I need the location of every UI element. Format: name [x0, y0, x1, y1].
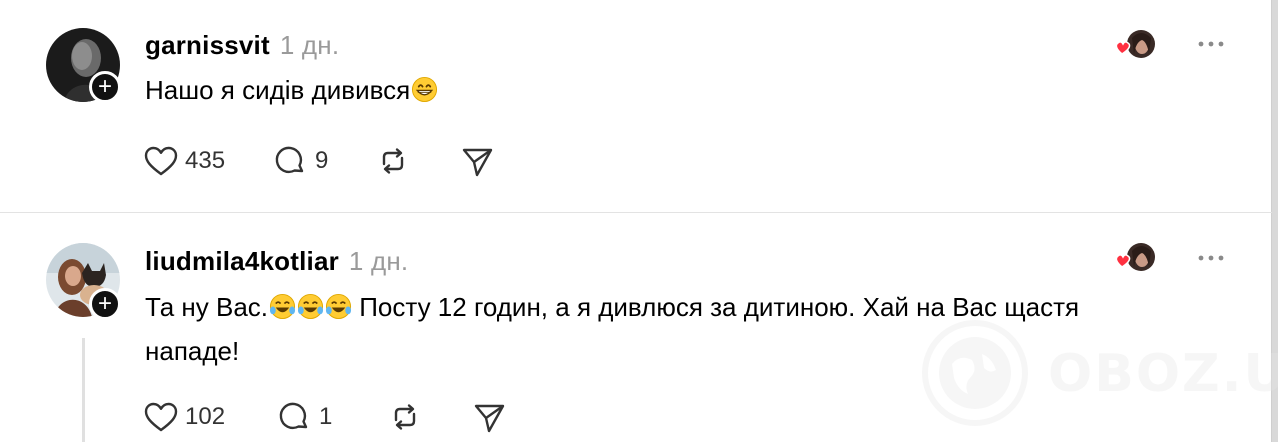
- watermark: OBOZ.UA: [920, 318, 1278, 428]
- reply-icon: [279, 402, 308, 430]
- username[interactable]: liudmila4kotliar 1 дн.: [145, 246, 408, 277]
- post-text-body: Нашо я сидів дивився: [145, 75, 411, 105]
- post-text-prefix: Та ну Вас.: [145, 292, 269, 322]
- globe-logo-icon: [922, 320, 1028, 426]
- reactions-avatars[interactable]: [1113, 28, 1157, 62]
- post-actions: 435 9: [143, 143, 494, 179]
- repost-button[interactable]: [388, 399, 422, 435]
- tears-of-joy-emoji-icon: [297, 293, 324, 320]
- reply-icon: [275, 146, 304, 174]
- watermark-text: OBOZ.UA: [1048, 344, 1278, 404]
- follow-plus-icon[interactable]: +: [89, 71, 121, 103]
- repost-icon: [383, 148, 404, 174]
- share-button[interactable]: [460, 143, 494, 179]
- like-count: 435: [185, 147, 226, 174]
- share-icon: [475, 404, 505, 433]
- tears-of-joy-emoji-icon: [325, 293, 352, 320]
- share-icon: [463, 148, 493, 177]
- reactions-avatars[interactable]: [1113, 241, 1157, 275]
- repost-button[interactable]: [376, 143, 410, 179]
- repost-icon: [395, 404, 416, 430]
- reply-button[interactable]: 1: [277, 399, 332, 435]
- tears-of-joy-emoji-icon: [269, 293, 296, 320]
- like-icon: [144, 402, 178, 432]
- like-button[interactable]: 102: [143, 399, 225, 435]
- username-text[interactable]: liudmila4kotliar: [145, 246, 339, 276]
- post-time[interactable]: 1 дн.: [349, 246, 408, 276]
- reply-count: 1: [319, 403, 333, 430]
- like-button[interactable]: 435: [143, 143, 225, 179]
- more-icon[interactable]: [1197, 254, 1225, 262]
- post-text: Нашо я сидів дивився: [145, 68, 1165, 112]
- like-count: 102: [185, 403, 226, 430]
- post: + garnissvit 1 дн. Нашо я сидів дивився 4…: [0, 0, 1272, 212]
- more-icon[interactable]: [1197, 40, 1225, 48]
- grinning-face-emoji-icon: [412, 76, 438, 103]
- share-button[interactable]: [472, 399, 506, 435]
- post-actions: 102 1: [143, 399, 506, 435]
- like-icon: [144, 146, 178, 176]
- username[interactable]: garnissvit 1 дн.: [145, 30, 339, 61]
- reply-count: 9: [315, 147, 329, 174]
- post-time[interactable]: 1 дн.: [280, 30, 339, 60]
- username-text[interactable]: garnissvit: [145, 30, 270, 60]
- follow-plus-icon[interactable]: +: [89, 288, 121, 320]
- reply-button[interactable]: 9: [273, 143, 328, 179]
